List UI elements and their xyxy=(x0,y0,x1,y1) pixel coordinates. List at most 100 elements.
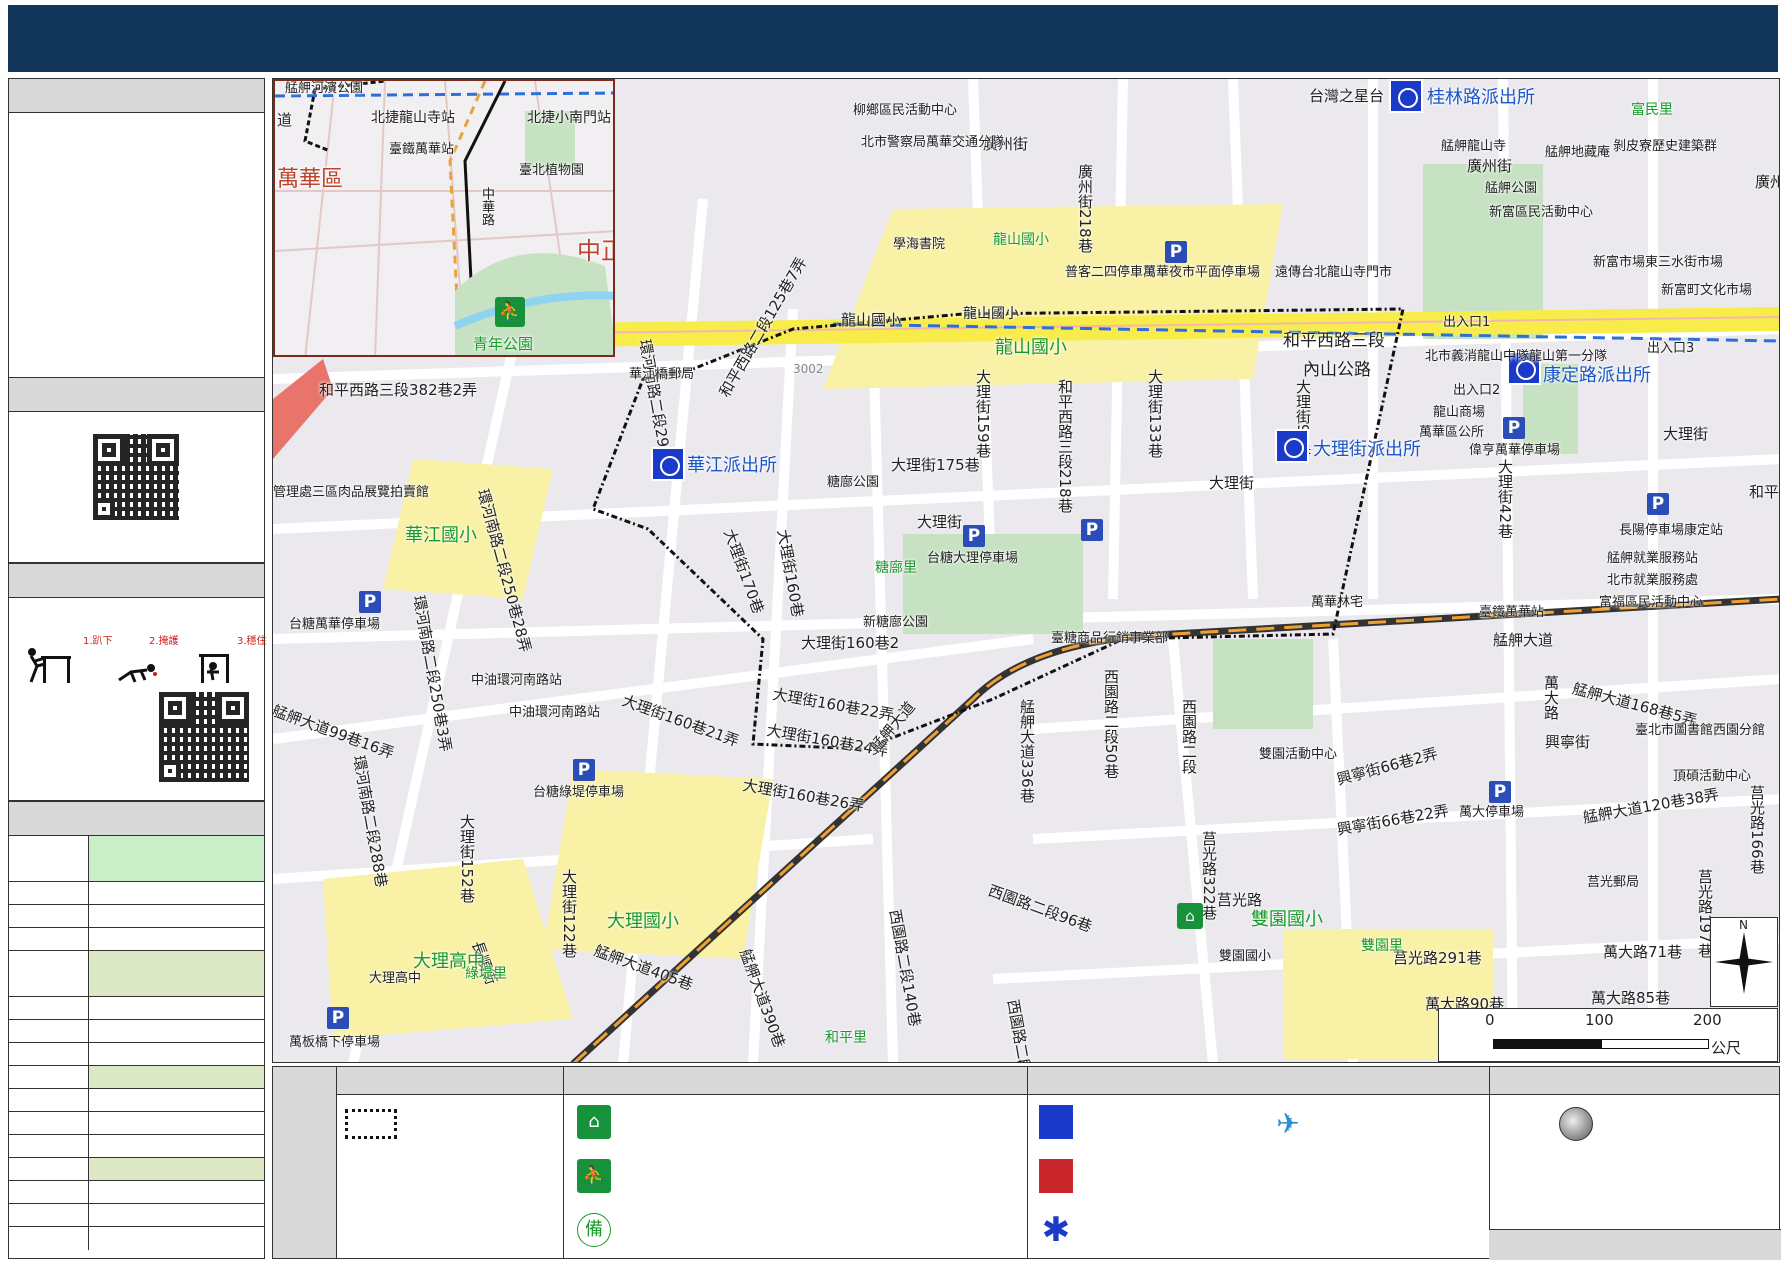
place-label: 新富町文化市場 xyxy=(1661,283,1753,298)
map-legend: ⌂ ⛹ 備 ✈ ✱ xyxy=(272,1066,1781,1260)
legend-header xyxy=(337,1067,1779,1095)
road-label: 莒光路291巷 xyxy=(1393,949,1482,967)
road-label: 西園路二段50巷 xyxy=(1102,669,1120,779)
place-label: 艋舺公園 xyxy=(1485,181,1538,196)
police-station-icon[interactable] xyxy=(651,447,685,481)
inset-top-label: 艋舺河濱公園 xyxy=(285,81,364,96)
place-label: 廣州 xyxy=(1755,173,1779,191)
table-row xyxy=(9,882,264,905)
place-label: 中油環河南路站 xyxy=(471,673,563,688)
police-icon xyxy=(1039,1105,1073,1139)
village-label: 和平里 xyxy=(825,1030,867,1046)
school-label: 大理高中 xyxy=(369,971,422,986)
north-label: N xyxy=(1739,918,1748,932)
table-row xyxy=(9,1158,264,1181)
police-station-icon[interactable] xyxy=(1275,429,1309,463)
table-row xyxy=(9,1089,264,1112)
table-row xyxy=(9,1020,264,1043)
place-label: 艋舺就業服務站 xyxy=(1607,551,1699,566)
inset-park-icon: ⛹ xyxy=(495,297,525,327)
place-label: 柳鄉區民活動中心 xyxy=(853,103,958,118)
road-label: 西園路二段 xyxy=(1180,699,1198,774)
scale-unit: 公尺 xyxy=(1711,1039,1742,1057)
road-label: 大理街133巷 xyxy=(1146,369,1164,458)
place-label: 萬大停車場 xyxy=(1459,805,1525,820)
scale-bar: 0 100 200 公尺 xyxy=(1438,1008,1778,1062)
road-label: 廣州街 xyxy=(1467,157,1513,175)
road-label: 大理街42巷 xyxy=(1496,459,1514,539)
road-label: 萬大路 xyxy=(1542,675,1560,720)
place-label: 糖廍公園 xyxy=(827,475,880,490)
inset-district: 萬華區 xyxy=(277,167,344,192)
place-label: 遠傳台北龍山寺門市 xyxy=(1275,265,1393,280)
table-row xyxy=(9,1135,264,1158)
shelter-icon[interactable]: ⌂ xyxy=(1177,903,1203,929)
place-label: 萬華夜市平面停車場 xyxy=(1143,265,1261,280)
road-label: 大理街175巷 xyxy=(891,456,980,474)
qr-panel-header xyxy=(9,378,264,412)
table-row xyxy=(9,836,264,882)
place-label: 出入口3 xyxy=(1647,341,1695,356)
road-label: 萬大路85巷 xyxy=(1591,989,1671,1007)
table-row xyxy=(9,997,264,1020)
park-icon: ⛹ xyxy=(577,1159,611,1193)
place-label: 北市警察局萬華交通分隊 xyxy=(861,135,1005,150)
road-label: 萬大路71巷 xyxy=(1603,943,1683,961)
place-label: 北市就業服務處 xyxy=(1607,573,1699,588)
inset-longshan-station: 北捷龍山寺站 xyxy=(371,110,455,126)
school-label: 龍山國小 xyxy=(995,337,1067,358)
hold-step-figure: 3.穩住 xyxy=(189,636,267,688)
scale-tick-0: 0 xyxy=(1485,1011,1495,1029)
road-label: 和平西路三段382巷2弄 xyxy=(319,381,478,399)
police-station-icon[interactable] xyxy=(1389,79,1423,113)
inset-botanical: 臺北植物園 xyxy=(519,163,585,178)
legend-col-divider xyxy=(563,1067,564,1258)
place-label: 莒光郵局 xyxy=(1587,875,1640,890)
place-label: 新富區民活動中心 xyxy=(1489,205,1594,220)
place-label: 中油環河南路站 xyxy=(509,705,601,720)
legend-footer-cell xyxy=(1489,1229,1781,1260)
intro-panel xyxy=(8,78,265,380)
evacuation-map[interactable]: 艋舺河濱公園 道 北捷龍山寺站 北捷小南門站 臺鐵萬華站 臺北植物園 萬華區 中… xyxy=(272,78,1780,1063)
shelter-table-panel xyxy=(8,801,265,1259)
road-label: 大理街159巷 xyxy=(974,369,992,458)
intro-panel-header xyxy=(9,79,264,113)
table-row xyxy=(9,905,264,928)
earthquake-panel-header xyxy=(9,564,264,598)
school-label: 雙園國小 xyxy=(1251,909,1323,930)
table-row xyxy=(9,1112,264,1135)
inset-park-label: 青年公園 xyxy=(473,335,534,353)
shelter-table-header xyxy=(9,802,264,836)
place-label: 華江橋郵局 xyxy=(629,367,695,382)
road-label: 大理街 xyxy=(917,513,963,531)
qr-panel xyxy=(8,377,265,563)
place-label: 臺北市圖書館西園分館 xyxy=(1635,723,1766,738)
earthquake-qr-code[interactable] xyxy=(159,692,249,782)
scale-bar-black xyxy=(1493,1039,1601,1049)
table-row xyxy=(9,1204,264,1227)
place-label: 台糖萬華停車場 xyxy=(289,617,381,632)
scale-tick-200: 200 xyxy=(1693,1011,1722,1029)
huajiang-police-label: 華江派出所 xyxy=(687,455,777,476)
guilin-police-label: 桂林路派出所 xyxy=(1427,87,1535,108)
place-label: 和平 xyxy=(1749,483,1780,501)
table-row xyxy=(9,1181,264,1204)
place-label: 萬板橋下停車場 xyxy=(289,1035,381,1050)
place-label: 艋舺龍山寺 xyxy=(1441,139,1507,154)
parking-icon: P xyxy=(1489,781,1511,803)
road-label: 莒光路166巷 xyxy=(1748,785,1766,874)
place-label: 萬華林宅 xyxy=(1311,595,1364,610)
school-label: 雙園國小 xyxy=(1219,949,1272,964)
table-row xyxy=(9,1227,264,1250)
road-label: 3002 xyxy=(793,362,824,376)
parking-icon: P xyxy=(1081,519,1103,541)
place-label: 出入口2 xyxy=(1453,383,1501,398)
qr-code[interactable] xyxy=(93,434,179,520)
place-label: 出入口1 xyxy=(1443,315,1491,330)
parking-icon: P xyxy=(1165,241,1187,263)
fire-station-icon xyxy=(1039,1159,1073,1193)
place-label: 長陽停車場康定站 xyxy=(1619,523,1724,538)
road-label: 大理街122巷 xyxy=(560,869,578,958)
inset-zhongzheng: 中正 xyxy=(577,237,613,265)
place-label: 臺鐵萬華站 xyxy=(1479,605,1545,620)
